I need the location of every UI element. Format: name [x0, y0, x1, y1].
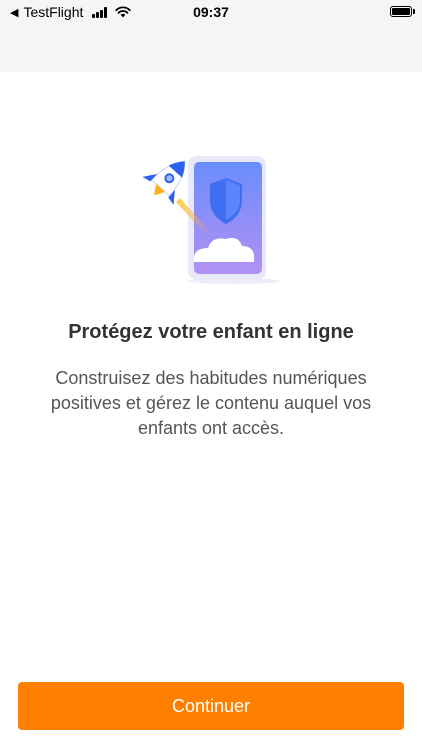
rocket-phone-shield-illustration: [142, 156, 280, 284]
status-bar: ◀ TestFlight 09:37: [0, 0, 422, 26]
onboarding-title: Protégez votre enfant en ligne: [68, 321, 354, 343]
battery-icon: [390, 6, 415, 17]
navigation-bar: [0, 26, 422, 72]
continue-button[interactable]: Continuer: [18, 682, 404, 730]
onboarding-description: Construisez des habitudes numériques pos…: [50, 368, 372, 438]
status-time: 09:37: [193, 4, 229, 20]
